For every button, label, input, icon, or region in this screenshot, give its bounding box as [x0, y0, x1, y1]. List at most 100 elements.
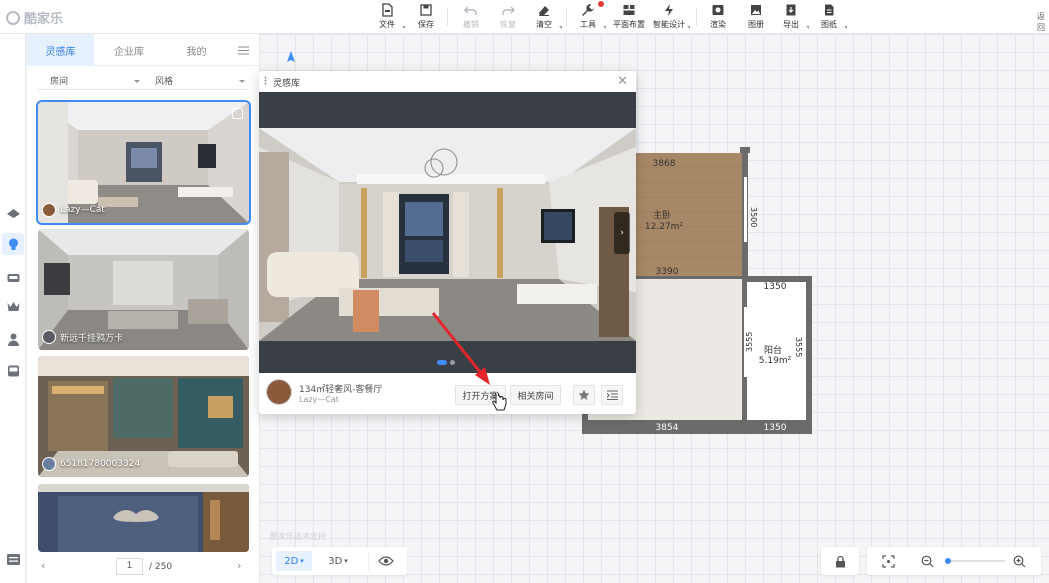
export-icon	[786, 4, 796, 16]
menu-icon[interactable]	[232, 34, 254, 66]
tab-mine[interactable]: 我的	[164, 34, 229, 66]
album-button[interactable]: 图册	[740, 3, 772, 31]
redo-icon	[502, 6, 515, 15]
user-icon	[7, 333, 19, 346]
logo-icon	[6, 10, 20, 25]
dimension-label: 3500	[749, 207, 758, 227]
view-2d-button[interactable]: 2D ▾	[276, 551, 312, 571]
view-3d-button[interactable]: 3D ▾	[320, 551, 356, 571]
fit-view-button[interactable]	[877, 551, 899, 571]
copy-icon[interactable]	[232, 108, 243, 119]
next-page-button[interactable]: ›	[237, 559, 241, 572]
top-toolbar: 酷家乐 文件 保存 撤销 恢复 清空 工具 平面布置 智能设计 渲染 图册 导出…	[0, 0, 1049, 34]
hand-cursor-icon	[492, 393, 507, 411]
rail-vehicle-button[interactable]	[5, 363, 21, 379]
room-name: 阳台	[764, 344, 782, 356]
render-icon	[712, 5, 724, 15]
bedroom-image	[38, 484, 249, 552]
redo-button[interactable]: 恢复	[492, 3, 524, 31]
smart-design-button[interactable]: 智能设计	[650, 3, 690, 31]
dimension-label: 3390	[656, 267, 679, 277]
cube-icon	[6, 208, 20, 218]
rail-keyboard-button[interactable]	[5, 551, 21, 567]
lock-button[interactable]	[830, 551, 850, 571]
annotation-arrow	[431, 312, 490, 385]
page-input[interactable]: 1	[116, 558, 143, 575]
inspiration-thumbnail[interactable]: 65181780003324	[38, 356, 249, 477]
export-button[interactable]: 导出	[775, 3, 809, 31]
dimension-label: 1350	[764, 282, 787, 292]
room-area: 5.19m²	[759, 356, 792, 366]
thumbnail-author: 65181780003324	[60, 459, 141, 469]
file-button[interactable]: 文件	[371, 3, 405, 31]
prev-page-button[interactable]: ‹	[41, 559, 45, 572]
thumbnail-author: Lazy—Cat	[60, 205, 105, 215]
inspiration-thumbnail[interactable]: Lazy—Cat	[36, 100, 251, 225]
avatar	[42, 203, 56, 217]
zoom-in-icon	[1013, 555, 1025, 567]
crown-icon	[7, 301, 19, 311]
dimension-label: 3854	[656, 423, 679, 433]
lock-control	[821, 547, 859, 575]
zoom-out-icon	[921, 555, 933, 567]
drawing-button[interactable]: 图纸	[813, 3, 847, 31]
undo-button[interactable]: 撤销	[455, 3, 487, 31]
floor-layout-button[interactable]: 平面布置	[610, 3, 648, 31]
sofa-icon	[7, 273, 19, 282]
save-button[interactable]: 保存	[410, 3, 442, 31]
eye-icon	[377, 556, 394, 566]
visibility-toggle[interactable]	[368, 551, 402, 571]
rail-furniture-button[interactable]	[5, 269, 21, 285]
drag-handle-icon[interactable]	[264, 76, 267, 86]
undo-icon	[464, 6, 477, 15]
rail-model-button[interactable]	[5, 205, 21, 221]
tab-enterprise[interactable]: 企业库	[94, 34, 164, 66]
dimension-label: 1350	[764, 423, 787, 433]
style-filter-select[interactable]: 风格	[143, 74, 249, 90]
tools-button[interactable]: 工具	[572, 3, 606, 31]
zoom-control	[867, 547, 1041, 575]
wrench-icon	[582, 4, 594, 16]
inspiration-thumbnail[interactable]: 新远千挂鸦万卡	[38, 229, 249, 350]
close-icon[interactable]: ✕	[617, 74, 628, 89]
fit-screen-icon	[881, 554, 895, 568]
avatar[interactable]	[266, 379, 292, 405]
zoom-slider-track[interactable]	[945, 558, 1005, 564]
inspiration-thumbnail[interactable]	[38, 484, 249, 552]
inspiration-preview-dialog: 灵感库 ✕ › 134㎡轻奢风-客餐厅 Lazy—Cat 打开方案 相关房间	[259, 71, 636, 414]
inspiration-library-panel: 灵感库 企业库 我的 房间 风格 Lazy—Cat 新远千挂鸦万卡 651817…	[27, 34, 259, 583]
clear-button[interactable]: 清空	[528, 3, 562, 31]
next-image-button[interactable]: ›	[614, 212, 630, 254]
room-filter-select[interactable]: 房间	[38, 74, 144, 90]
room-area: 12.27m²	[645, 222, 684, 232]
favorite-button[interactable]	[573, 385, 595, 405]
zoom-slider-handle[interactable]	[945, 558, 951, 564]
back-link[interactable]: 返回	[1037, 11, 1049, 33]
render-button[interactable]: 渲染	[702, 3, 734, 31]
logo-text: 酷家乐	[24, 12, 64, 27]
watermark-text: 酷家乐技术支持	[270, 532, 326, 541]
library-pager: ‹ 1 / 250 ›	[27, 551, 259, 583]
notification-dot	[598, 1, 604, 7]
left-icon-rail	[0, 34, 26, 583]
design-author: Lazy—Cat	[299, 395, 339, 404]
design-name: 134㎡轻奢风-客餐厅	[299, 385, 383, 395]
view-switcher: 2D ▾ 3D ▾	[272, 547, 407, 575]
star-icon	[578, 389, 590, 400]
rail-crown-button[interactable]	[5, 298, 21, 314]
detail-list-button[interactable]	[601, 385, 623, 405]
bus-icon	[7, 365, 19, 376]
keyboard-icon	[6, 553, 20, 565]
zoom-out-button[interactable]	[917, 551, 937, 571]
rail-inspiration-button[interactable]	[2, 233, 24, 255]
app-logo: 酷家乐	[6, 8, 63, 27]
tab-inspiration[interactable]: 灵感库	[27, 34, 94, 66]
file-icon	[382, 3, 393, 17]
zoom-in-button[interactable]	[1009, 551, 1029, 571]
rail-user-button[interactable]	[5, 331, 21, 347]
dimension-label: 3555	[745, 332, 754, 352]
page-total: / 250	[149, 562, 173, 572]
lightbulb-icon	[8, 238, 18, 250]
dialog-title: 灵感库	[273, 79, 301, 89]
avatar	[42, 457, 56, 471]
